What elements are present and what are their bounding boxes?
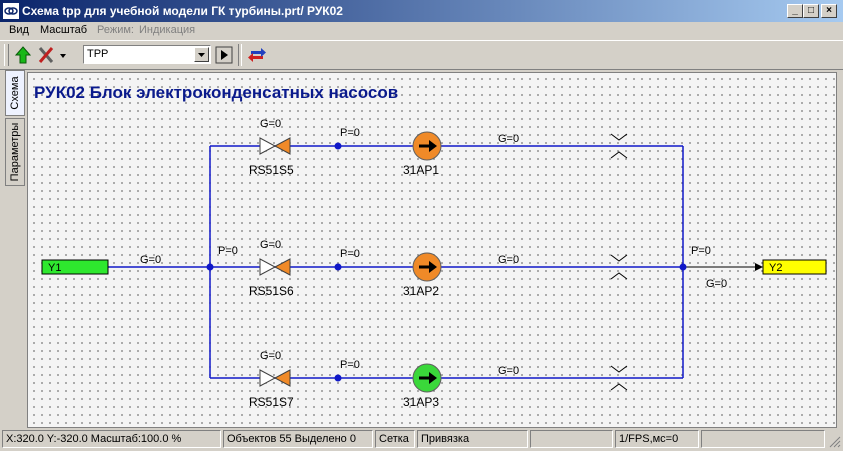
- valve-icon[interactable]: [273, 137, 291, 155]
- menu-scale[interactable]: Масштаб: [40, 24, 87, 36]
- output-y2-label: Y2: [769, 262, 782, 274]
- tab-params-label: Параметры: [9, 122, 21, 182]
- check-valve-icon: [610, 151, 628, 159]
- toolbar-separator: [238, 44, 242, 66]
- tab-scheme-label: Схема: [9, 76, 21, 110]
- menu-mode: Режим:: [97, 24, 134, 36]
- scheme-select-value: TPP: [87, 48, 109, 60]
- pump-row: G=0 RS51S6 P=0 31AP2 G=0: [249, 239, 628, 298]
- toolbar: TPP: [0, 40, 843, 70]
- valve-flow-label: G=0: [260, 350, 281, 362]
- menu-bar: Вид Масштаб Режим: Индикация: [0, 22, 843, 40]
- valve-label: RS51S6: [249, 284, 294, 298]
- flow-label: G=0: [498, 254, 519, 266]
- pump-label: 31AP2: [403, 284, 439, 298]
- sync-icon[interactable]: [246, 44, 268, 66]
- check-valve-icon: [610, 254, 628, 262]
- pump-label: 31AP1: [403, 163, 439, 177]
- toolbar-grip: [4, 44, 9, 66]
- resize-grip-icon[interactable]: [827, 434, 841, 448]
- pump-row: G=0 RS51S7 P=0 31AP3 G=0: [249, 350, 628, 409]
- junction-left: [206, 263, 214, 271]
- valve-flow-label: G=0: [260, 239, 281, 251]
- g-in-label: G=0: [140, 254, 161, 266]
- valve-icon[interactable]: [273, 258, 291, 276]
- check-valve-icon: [610, 133, 628, 141]
- status-objects: Объектов 55 Выделено 0: [223, 430, 373, 448]
- status-bar: X:320.0 Y:-320.0 Масштаб:100.0 % Объекто…: [0, 429, 843, 451]
- valve-icon[interactable]: [273, 369, 291, 387]
- tools-icon[interactable]: [36, 44, 66, 66]
- tab-scheme[interactable]: Схема: [5, 70, 25, 116]
- check-valve-icon: [610, 272, 628, 280]
- node-row-1: [334, 142, 342, 150]
- input-y1-label: Y1: [48, 262, 61, 274]
- junction-right: [679, 263, 687, 271]
- chevron-down-icon[interactable]: [194, 47, 209, 62]
- arrow-up-green-icon[interactable]: [12, 44, 34, 66]
- scheme-select[interactable]: TPP: [83, 45, 211, 64]
- valve-label: RS51S7: [249, 395, 294, 409]
- go-icon[interactable]: [215, 46, 233, 64]
- pressure-label: P=0: [340, 359, 360, 371]
- pressure-label: P=0: [340, 248, 360, 260]
- menu-view[interactable]: Вид: [9, 24, 29, 36]
- maximize-button[interactable]: □: [803, 4, 819, 18]
- status-extra: [701, 430, 825, 448]
- status-empty: [530, 430, 613, 448]
- node-row-2: [334, 263, 342, 271]
- p-left-label: P=0: [218, 245, 238, 257]
- valve-label: RS51S5: [249, 163, 294, 177]
- schematic: Y1 Y2 G=0 P=0 P=0 G=0 G=0RS51S5P=031AP1G…: [41, 118, 827, 409]
- app-icon: [3, 3, 19, 19]
- pump-label: 31AP3: [403, 395, 439, 409]
- valve-flow-label: G=0: [260, 118, 281, 130]
- pump-rows: G=0RS51S5P=031AP1G=0G=0RS51S6P=031AP2G=0…: [249, 118, 628, 409]
- status-fps: 1/FPS,мс=0: [615, 430, 699, 448]
- p-right-label: P=0: [691, 245, 711, 257]
- valve-icon[interactable]: [259, 137, 277, 155]
- title-bar: Схема tpp для учебной модели ГК турбины.…: [0, 0, 843, 22]
- g-out-label: G=0: [706, 278, 727, 290]
- pipe-lines: [108, 145, 684, 379]
- status-grid: Сетка: [375, 430, 415, 448]
- minimize-button[interactable]: _: [787, 4, 803, 18]
- status-coords: X:320.0 Y:-320.0 Масштаб:100.0 %: [2, 430, 221, 448]
- outlet-arrow-icon: [755, 263, 763, 271]
- valve-icon[interactable]: [259, 369, 277, 387]
- pump-row: G=0 RS51S5 P=0 31AP1 G=0: [249, 118, 628, 177]
- check-valve-icon: [610, 365, 628, 373]
- diagram-canvas[interactable]: РУК02 Блок электроконденсатных насосов Y…: [27, 72, 837, 428]
- close-button[interactable]: ×: [821, 4, 837, 18]
- check-valve-icon: [610, 383, 628, 391]
- tab-params[interactable]: Параметры: [5, 118, 25, 186]
- pressure-label: P=0: [340, 127, 360, 139]
- flow-label: G=0: [498, 365, 519, 377]
- node-row-3: [334, 374, 342, 382]
- menu-indication: Индикация: [139, 24, 196, 36]
- window-title: Схема tpp для учебной модели ГК турбины.…: [22, 4, 343, 18]
- status-snap: Привязка: [417, 430, 528, 448]
- flow-label: G=0: [498, 133, 519, 145]
- valve-icon[interactable]: [259, 258, 277, 276]
